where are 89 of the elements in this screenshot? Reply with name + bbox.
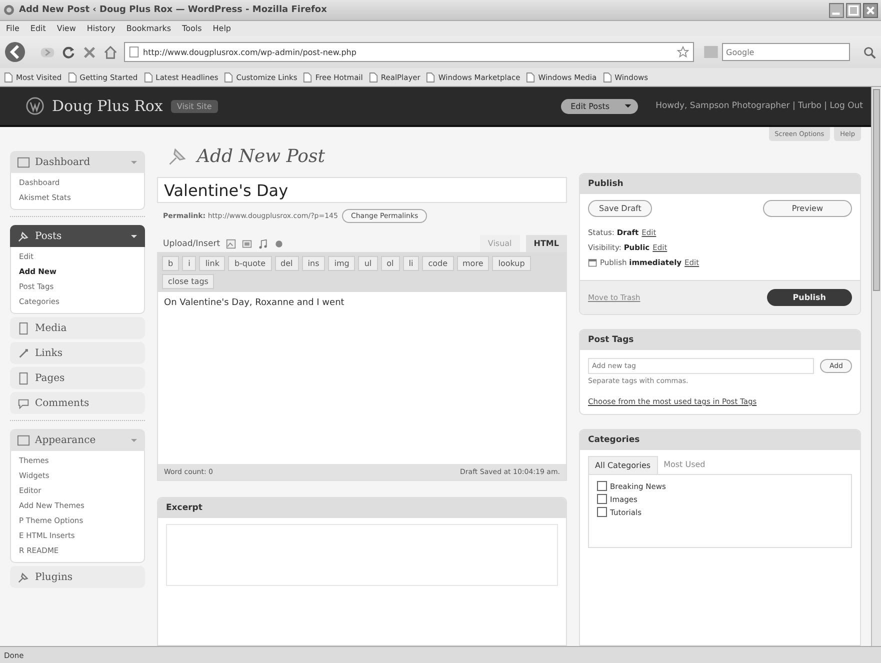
sidebar-item[interactable]: Plugins [10, 566, 145, 588]
site-name[interactable]: Doug Plus Rox [52, 97, 163, 115]
menu-item[interactable]: View [56, 24, 76, 33]
format-button[interactable]: del [274, 256, 299, 271]
sidebar-item[interactable]: Dashboard [10, 151, 145, 173]
format-button[interactable]: ul [358, 256, 378, 271]
search-field[interactable]: Google [722, 43, 850, 61]
menu-item[interactable]: Help [212, 24, 232, 33]
page-icon [602, 72, 612, 82]
menu-item[interactable]: Edit [30, 24, 46, 33]
format-button[interactable]: ol [380, 256, 400, 271]
sidebar-item[interactable]: Posts [10, 225, 145, 247]
format-button[interactable]: lookup [492, 256, 531, 271]
sidebar-item[interactable]: Appearance [10, 429, 145, 451]
format-button[interactable]: close tags [162, 274, 214, 289]
menu-icon [17, 322, 30, 334]
stop-icon[interactable] [82, 44, 97, 60]
menu-icon [17, 156, 30, 168]
category-checkbox[interactable] [597, 494, 607, 504]
format-button[interactable]: img [328, 256, 356, 271]
excerpt-field[interactable] [166, 524, 558, 586]
format-button[interactable]: more [456, 256, 490, 271]
scrollbar[interactable] [871, 87, 881, 646]
reload-icon[interactable] [61, 44, 76, 60]
publish-header: Publish [580, 174, 860, 194]
home-icon[interactable] [103, 44, 118, 60]
format-button[interactable]: li [402, 256, 420, 271]
menu-item[interactable]: File [6, 24, 20, 33]
title-field[interactable]: Valentine's Day [157, 177, 567, 203]
page-icon [224, 72, 234, 82]
calendar-icon [588, 258, 597, 267]
caret-icon[interactable] [130, 232, 138, 240]
menu-icon [17, 396, 30, 410]
menu-item[interactable]: Tools [182, 24, 202, 33]
window-title: Add New Post ‹ Doug Plus Rox — WordPress - Mozilla Firefox [19, 5, 327, 15]
page-icon [526, 72, 536, 82]
page-icon [144, 72, 153, 82]
sidebar-item[interactable]: Comments [10, 392, 145, 414]
menu-icon [17, 372, 30, 384]
menu-icon [17, 346, 30, 360]
image-icon[interactable] [226, 238, 236, 248]
format-button[interactable]: code [422, 256, 454, 271]
video-icon[interactable] [242, 238, 252, 248]
page-icon [426, 72, 436, 82]
preview-button[interactable]: Preview [762, 200, 852, 217]
caret-icon [624, 102, 632, 110]
page-icon [68, 72, 77, 82]
browser-icon [3, 4, 15, 16]
close-icon[interactable] [863, 2, 878, 18]
category-tab[interactable]: Most Used [658, 456, 712, 474]
maximize-icon[interactable] [846, 2, 861, 18]
sidebar-item[interactable]: Links [10, 342, 145, 364]
format-button[interactable]: link [199, 256, 226, 271]
category-checkbox[interactable] [597, 481, 607, 491]
actions-dropdown[interactable]: Edit Posts [560, 98, 638, 114]
logo-icon [26, 97, 44, 115]
page-icon [129, 46, 139, 58]
format-button[interactable]: i [182, 256, 196, 271]
excerpt-header: Excerpt [158, 498, 566, 518]
sidebar-item[interactable]: Media [10, 317, 145, 339]
post-tags-header: Post Tags [580, 330, 860, 350]
menu-icon [17, 230, 30, 242]
star-icon[interactable] [677, 46, 689, 58]
category-tab[interactable]: All Categories [588, 456, 658, 474]
minimize-icon[interactable] [829, 2, 844, 18]
format-button[interactable]: b [162, 256, 180, 271]
category-checkbox[interactable] [597, 507, 607, 517]
sidebar-item[interactable]: Pages [10, 367, 145, 389]
menu-item[interactable]: Bookmarks [126, 24, 172, 33]
page-icon [368, 72, 378, 82]
music-icon[interactable] [258, 238, 268, 248]
page-icon [4, 72, 13, 82]
page-heading: Add New Post [197, 146, 325, 166]
publish-button[interactable]: Publish [766, 289, 852, 306]
menu-icon [17, 570, 30, 584]
format-button[interactable]: b-quote [228, 256, 272, 271]
content-editor[interactable]: On Valentine's Day, Roxanne and I went [158, 292, 566, 464]
search-icon[interactable] [862, 44, 877, 60]
menu-icon [17, 434, 30, 446]
menu-item[interactable]: History [86, 24, 116, 33]
categories-header: Categories [580, 430, 860, 450]
page-icon [303, 72, 312, 82]
user-links: Howdy, Sampson Photographer | Turbo | Log Out [656, 101, 863, 111]
media-icon[interactable] [274, 238, 284, 248]
save-draft-button[interactable]: Save Draft [588, 200, 652, 217]
address-field[interactable]: http://www.dougplusrox.com/wp-admin/post-new.php [124, 42, 694, 62]
editor-tab[interactable]: HTML [526, 235, 567, 252]
format-button[interactable]: ins [302, 256, 326, 271]
upload-label: Upload/Insert [163, 238, 220, 248]
